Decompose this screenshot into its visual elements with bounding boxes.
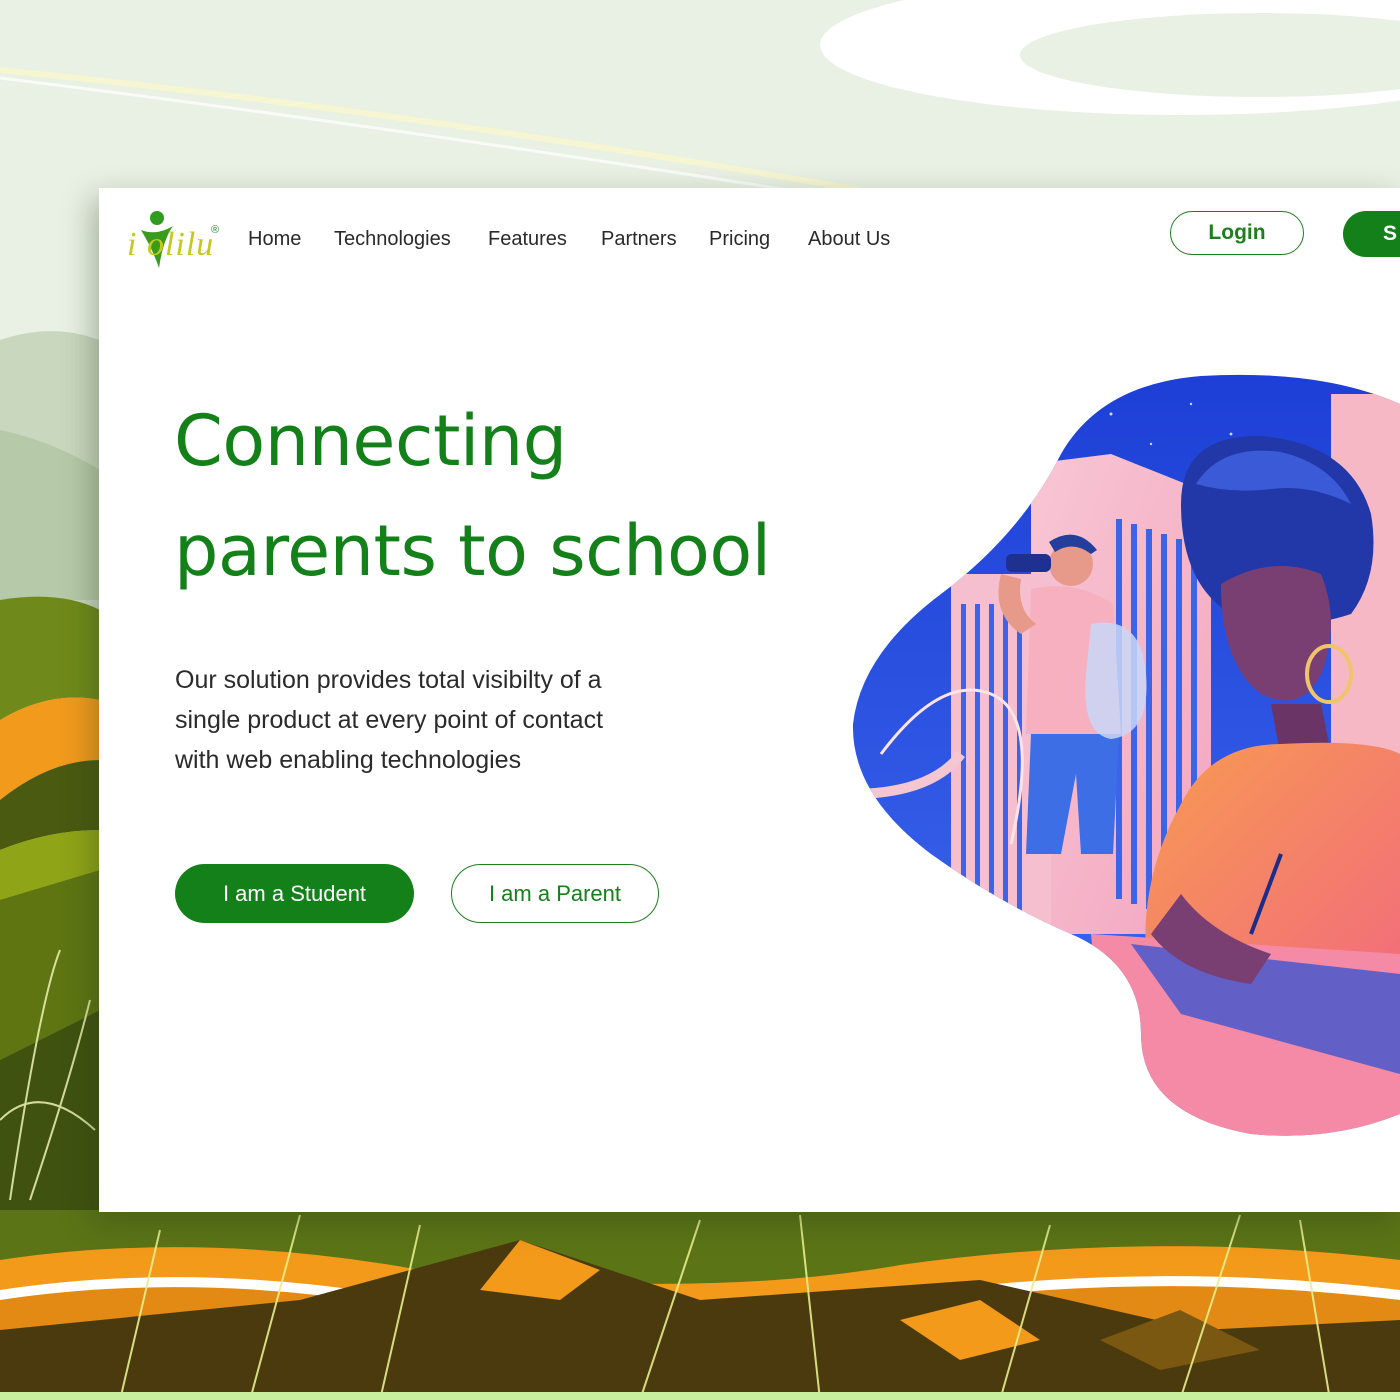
hero-description-line-2: single product at every point of contact [175, 706, 604, 734]
hero-description-line-3: with web enabling technologies [175, 746, 522, 774]
nav-technologies[interactable]: Technologies [334, 228, 451, 251]
nav-about-us[interactable]: About Us [808, 228, 890, 251]
nav-features[interactable]: Features [488, 228, 567, 251]
hero-description-line-1: Our solution provides total visibilty of… [175, 666, 602, 694]
hero-illustration [852, 374, 1400, 1136]
signup-button[interactable]: S [1343, 211, 1400, 257]
hero-title-line-2: parents to school [174, 510, 771, 592]
registered-mark: ® [211, 224, 220, 236]
hero-title: Connecting parents to school [174, 386, 894, 606]
student-button[interactable]: I am a Student [175, 864, 414, 923]
hero-description: Our solution provides total visibilty of… [175, 660, 695, 780]
nav-pricing[interactable]: Pricing [709, 228, 770, 251]
logo-wordmark: i olilu [127, 226, 215, 263]
nav-partners[interactable]: Partners [601, 228, 677, 251]
brand-logo[interactable]: i olilu ® [127, 210, 223, 272]
login-button[interactable]: Login [1170, 211, 1304, 255]
nav-home[interactable]: Home [248, 228, 301, 251]
parent-button[interactable]: I am a Parent [451, 864, 659, 923]
hero-title-line-1: Connecting [174, 400, 567, 482]
website-window: i olilu ® Home Technologies Features Par… [99, 188, 1400, 1212]
